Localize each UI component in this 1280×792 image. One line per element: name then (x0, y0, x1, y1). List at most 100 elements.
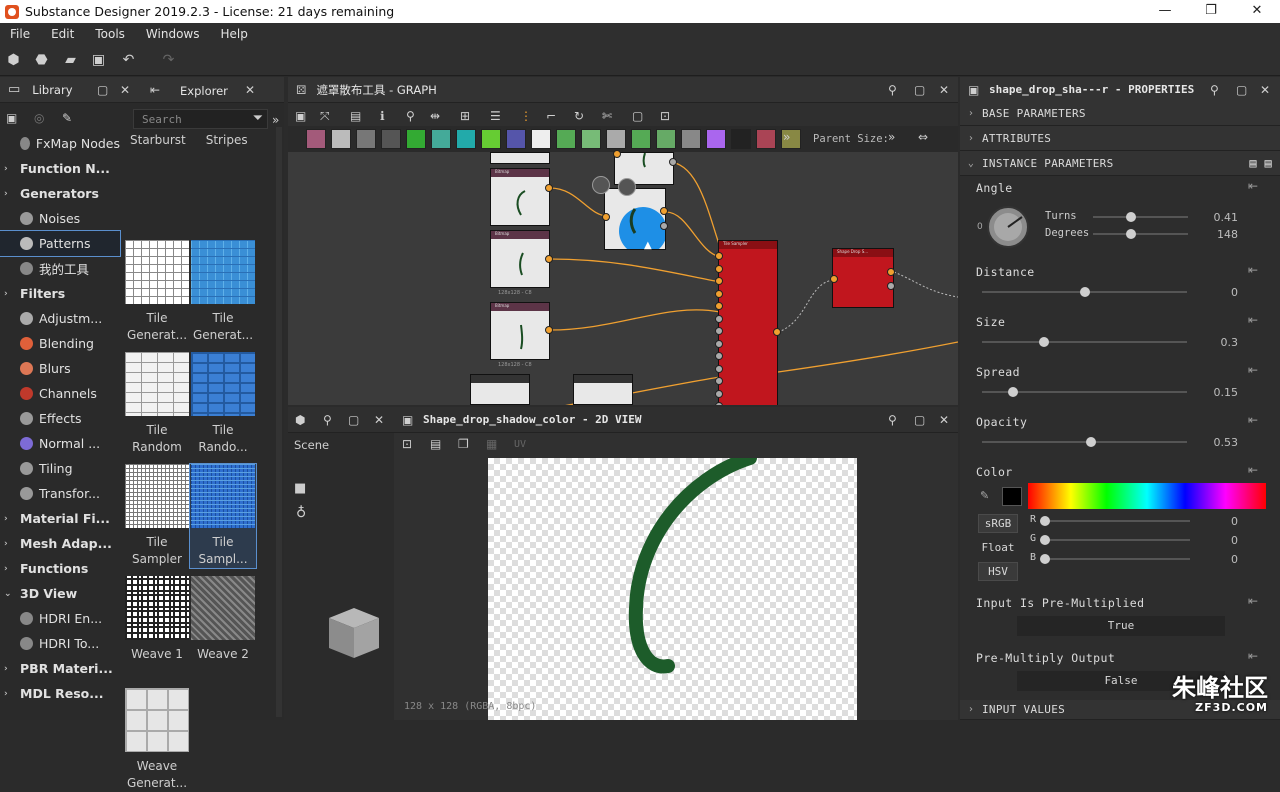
palette-node-icon-17[interactable] (731, 129, 751, 149)
size-reset-icon[interactable]: ⇤ (1248, 313, 1258, 327)
frame-icon[interactable]: ▣ (295, 109, 306, 123)
pattern-thumb-8[interactable]: WeaveGenerat... (124, 688, 190, 792)
float-2d-icon[interactable]: ▢ (914, 413, 925, 427)
tile-sampler-input-5[interactable] (715, 315, 723, 323)
tile-sampler-input-0[interactable] (715, 252, 723, 260)
r-value[interactable]: 0 (1210, 515, 1238, 528)
tree-item-4[interactable]: Patterns (0, 231, 120, 256)
shape-node-input[interactable] (602, 213, 610, 221)
tree-item-15[interactable]: ›Material Fi... (0, 506, 120, 531)
tile-sampler-input-2[interactable] (715, 277, 723, 285)
opacity-knob[interactable] (1086, 437, 1096, 447)
pattern-thumb-5[interactable]: TileSampl... (190, 464, 256, 568)
expand-arrow-icon[interactable]: ⌄ (0, 589, 14, 599)
angle-dial[interactable] (985, 204, 1031, 250)
section-base[interactable]: ›BASE PARAMETERS (960, 101, 1280, 126)
size-knob[interactable] (1039, 337, 1049, 347)
section-instance[interactable]: ⌄INSTANCE PARAMETERS ▤ ▤ (960, 151, 1280, 176)
tile-sampler-input-10[interactable] (715, 377, 723, 385)
degrees-value[interactable]: 148 (1200, 228, 1238, 241)
close-graph-icon[interactable]: ✕ (939, 83, 949, 97)
menu-tools[interactable]: Tools (85, 27, 136, 41)
float-icon[interactable]: ▢ (97, 83, 108, 97)
turns-slider[interactable] (1093, 216, 1188, 218)
tree-item-11[interactable]: Effects (0, 406, 120, 431)
tab-library[interactable]: Library (32, 83, 72, 97)
shape-drop-node[interactable]: Shape Drop S... (832, 248, 894, 308)
distance-reset-icon[interactable]: ⇤ (1248, 263, 1258, 277)
new-graph-icon[interactable]: ⬣ (33, 52, 50, 69)
palette-more-icon[interactable]: » (783, 130, 790, 144)
palette-node-icon-18[interactable] (756, 129, 776, 149)
tree-item-16[interactable]: ›Mesh Adap... (0, 531, 120, 556)
tab-explorer[interactable]: Explorer (180, 84, 228, 98)
tree-item-18[interactable]: ⌄3D View (0, 581, 120, 606)
tile-sampler-input-3[interactable] (715, 290, 723, 298)
close-3d-icon[interactable]: ✕ (374, 413, 384, 427)
pattern-thumb-3[interactable]: TileRando... (190, 352, 256, 456)
fit-icon[interactable]: ⤧ (320, 109, 330, 124)
pen-icon[interactable]: ✎ (62, 111, 72, 125)
preset-icon[interactable]: ▤ ▤ (1249, 156, 1272, 170)
expand-arrow-icon[interactable]: › (0, 289, 14, 299)
hsv-button[interactable]: HSV (978, 562, 1018, 581)
filter-icon[interactable]: ⏷ (253, 111, 263, 126)
3d-view-area[interactable]: Scene ■ ♁ (288, 433, 393, 720)
section-attributes[interactable]: ›ATTRIBUTES (960, 126, 1280, 151)
palette-node-icon-10[interactable] (556, 129, 576, 149)
tree-item-3[interactable]: Noises (0, 206, 120, 231)
tree-item-8[interactable]: Blending (0, 331, 120, 356)
opacity-slider[interactable] (982, 441, 1187, 443)
size-value[interactable]: 0.3 (1200, 336, 1238, 349)
node-top[interactable] (490, 152, 550, 164)
tree-item-7[interactable]: Adjustm... (0, 306, 120, 331)
premult-out-reset-icon[interactable]: ⇤ (1248, 649, 1258, 663)
pattern-thumb-2[interactable]: TileRandom (124, 352, 190, 456)
palette-node-icon-0[interactable] (306, 129, 326, 149)
color-reset-icon[interactable]: ⇤ (1248, 463, 1258, 477)
palette-node-icon-11[interactable] (581, 129, 601, 149)
pattern-thumb-7[interactable]: Weave 2 (190, 576, 256, 663)
b-value[interactable]: 0 (1210, 553, 1238, 566)
eyedropper-icon[interactable]: ✎ (980, 489, 989, 502)
shape-drop-input[interactable] (830, 275, 838, 283)
wire-icon[interactable]: ⌐ (546, 109, 556, 123)
close-2d-icon[interactable]: ✕ (939, 413, 949, 427)
wrench-icon[interactable]: ✄ (602, 109, 612, 123)
more-icon[interactable]: » (272, 113, 279, 127)
close-button[interactable]: ✕ (1234, 0, 1280, 23)
undo-icon[interactable]: ↶ (120, 52, 137, 69)
pin-props-icon[interactable]: ⚲ (1210, 83, 1219, 97)
camera-icon[interactable]: ■ (294, 481, 306, 496)
tile-sampler-input-12[interactable] (715, 402, 723, 405)
b-knob[interactable] (1040, 554, 1050, 564)
close-props-icon[interactable]: ✕ (1260, 83, 1270, 97)
pattern-thumb-6[interactable]: Weave 1 (124, 576, 190, 663)
filter-gray-icon[interactable]: ◎ (34, 111, 44, 125)
spread-slider[interactable] (982, 391, 1187, 393)
expand-arrow-icon[interactable]: › (0, 564, 14, 574)
tree-item-13[interactable]: Tiling (0, 456, 120, 481)
bitmap-node-2[interactable]: Bitmap (490, 230, 550, 288)
comment-icon[interactable]: ▢ (632, 109, 643, 123)
layout-icon[interactable]: ⊞ (460, 109, 470, 123)
palette-node-icon-12[interactable] (606, 129, 626, 149)
shape-node[interactable] (604, 188, 666, 250)
opacity-value[interactable]: 0.53 (1200, 436, 1238, 449)
tree-item-17[interactable]: ›Functions (0, 556, 120, 581)
color-swatch[interactable] (1002, 487, 1022, 506)
menu-windows[interactable]: Windows (136, 27, 211, 41)
uv-label[interactable]: UV (514, 439, 526, 450)
expand-arrow-icon[interactable]: › (0, 514, 14, 524)
angle-reset-icon[interactable]: ⇤ (1248, 179, 1258, 193)
node-bottom-1[interactable] (470, 374, 530, 405)
shape-node-output-2[interactable] (660, 222, 668, 230)
g-slider[interactable] (1040, 539, 1190, 541)
tree-item-21[interactable]: ›PBR Materi... (0, 656, 120, 681)
channel-icon[interactable]: ▦ (486, 437, 497, 451)
g-value[interactable]: 0 (1210, 534, 1238, 547)
tree-item-12[interactable]: Normal ... (0, 431, 120, 456)
expand-arrow-icon[interactable]: › (0, 189, 14, 199)
expand-arrow-icon[interactable]: › (0, 164, 14, 174)
maximize-button[interactable]: ❐ (1188, 0, 1234, 23)
